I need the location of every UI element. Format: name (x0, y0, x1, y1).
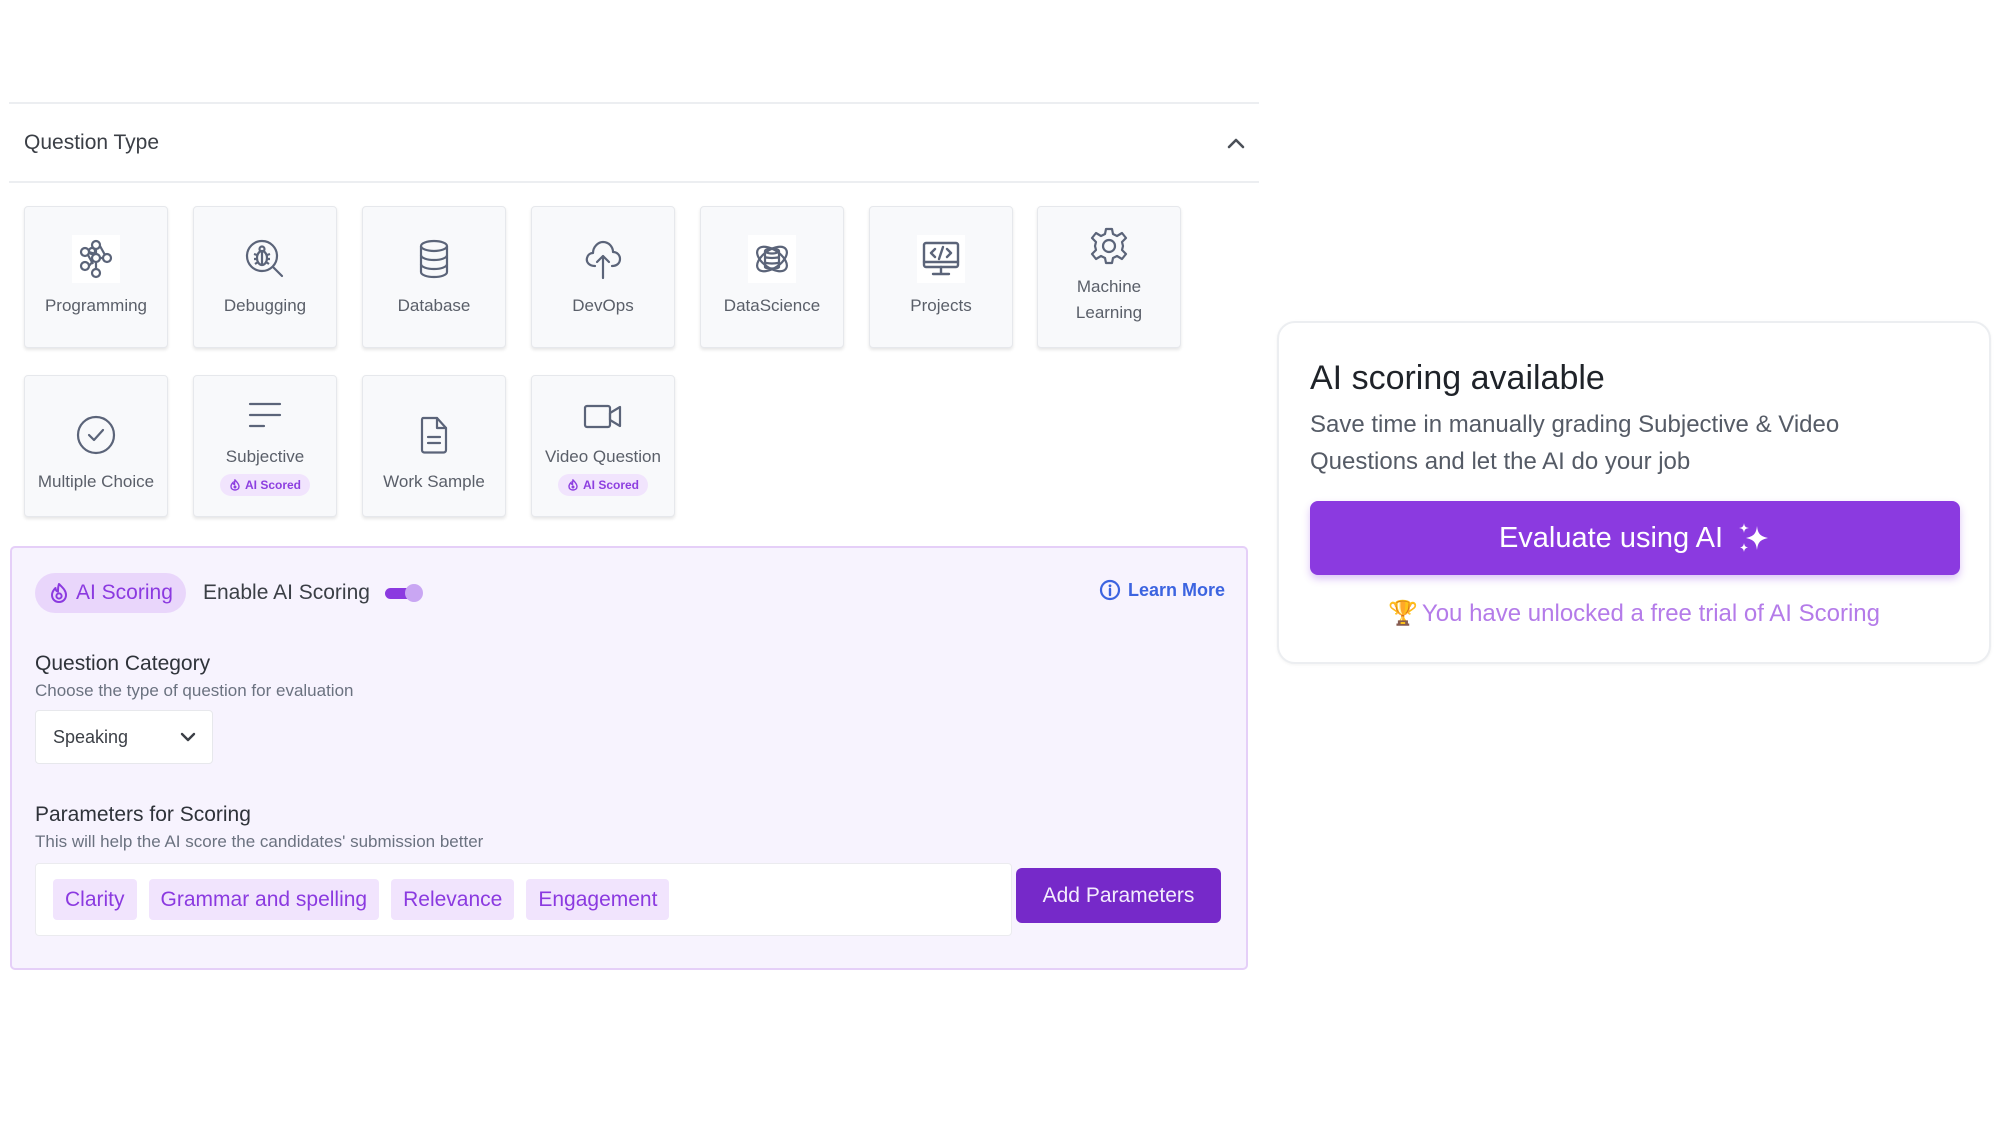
badge-label: AI Scored (582, 478, 639, 492)
gear-icon (1085, 222, 1133, 270)
learn-more-label: Learn More (1127, 579, 1225, 600)
parameter-tag[interactable]: Grammar and spelling (148, 879, 380, 920)
parameters-input[interactable]: Clarity Grammar and spelling Relevance E… (35, 863, 1012, 936)
ai-scoring-promo-card: AI scoring available Save time in manual… (1277, 321, 1991, 664)
enable-ai-scoring-toggle[interactable] (385, 584, 423, 602)
ai-scored-badge: AI Scored (557, 474, 648, 496)
sparkles-icon (1739, 523, 1769, 552)
ai-scored-badge: AI Scored (219, 474, 310, 496)
tile-work-sample[interactable]: Work Sample (362, 375, 506, 517)
flame-icon (230, 479, 240, 491)
document-icon (410, 411, 458, 459)
promo-body: Save time in manually grading Subjective… (1310, 411, 1840, 475)
tile-label: Debugging (223, 296, 307, 315)
tile-devops[interactable]: DevOps (531, 206, 675, 348)
code-monitor-icon (917, 235, 965, 283)
database-icon (410, 235, 458, 283)
tile-label: Programming (44, 296, 148, 315)
tile-programming[interactable]: Programming (24, 206, 168, 348)
tile-multiple-choice[interactable]: Multiple Choice (24, 375, 168, 517)
question-category-subtitle: Choose the type of question for evaluati… (35, 681, 354, 700)
chevron-down-icon (180, 732, 196, 742)
tile-label: Subjective (225, 447, 305, 466)
free-trial-message: 🏆 You have unlocked a free trial of AI Sc… (1279, 599, 1989, 628)
free-trial-text: You have unlocked a free trial of AI Sco… (1421, 600, 1880, 627)
enable-ai-scoring-label: Enable AI Scoring (203, 581, 370, 604)
tile-label: DevOps (572, 296, 634, 315)
tile-label: Database (397, 296, 471, 315)
flame-icon (568, 479, 578, 491)
text-lines-icon (241, 392, 289, 440)
question-category-value: Speaking (53, 726, 129, 747)
toggle-knob (405, 584, 423, 602)
ai-scoring-pill-label: AI Scoring (76, 581, 173, 604)
tile-datascience[interactable]: DataScience (700, 206, 844, 348)
learn-more-link[interactable]: Learn More (1099, 579, 1225, 601)
tile-machine-learning[interactable]: Machine Learning (1037, 206, 1181, 348)
parameter-tag[interactable]: Clarity (53, 879, 137, 920)
parameters-title: Parameters for Scoring (35, 803, 251, 826)
question-category-title: Question Category (35, 652, 211, 675)
question-type-title: Question Type (24, 130, 160, 154)
bug-search-icon (241, 235, 289, 283)
tile-projects[interactable]: Projects (869, 206, 1013, 348)
ai-scoring-panel: AI Scoring Enable AI Scoring Learn More … (10, 546, 1248, 970)
video-camera-icon (579, 392, 627, 440)
tile-database[interactable]: Database (362, 206, 506, 348)
evaluate-button-label: Evaluate using AI (1498, 521, 1724, 554)
info-icon (1099, 579, 1121, 601)
flame-icon (51, 583, 67, 603)
trophy-icon: 🏆 (1388, 600, 1418, 627)
add-parameters-button[interactable]: Add Parameters (1016, 868, 1221, 923)
question-category-select[interactable]: Speaking (35, 710, 213, 764)
tile-debugging[interactable]: Debugging (193, 206, 337, 348)
tile-label: Work Sample (383, 472, 485, 491)
tile-subjective[interactable]: Subjective AI Scored (193, 375, 337, 517)
data-science-icon (748, 235, 796, 283)
check-circle-icon (72, 411, 120, 459)
promo-title: AI scoring available (1310, 359, 1605, 397)
cloud-upload-icon (579, 235, 627, 283)
parameters-subtitle: This will help the AI score the candidat… (35, 832, 484, 851)
evaluate-using-ai-button[interactable]: Evaluate using AI (1310, 501, 1960, 575)
tile-video-question[interactable]: Video Question AI Scored (531, 375, 675, 517)
parameter-tag[interactable]: Engagement (526, 879, 670, 920)
tile-label: Video Question (545, 447, 661, 466)
ai-scoring-pill: AI Scoring (35, 573, 186, 613)
tile-label: Projects (910, 296, 972, 315)
tile-label: DataScience (723, 296, 821, 315)
tile-label: Machine Learning (1075, 277, 1143, 322)
tile-label: Multiple Choice (37, 472, 155, 491)
question-type-header[interactable]: Question Type (9, 102, 1259, 183)
parameter-tag[interactable]: Relevance (391, 879, 515, 920)
neural-network-icon (72, 235, 120, 283)
badge-label: AI Scored (244, 478, 301, 492)
chevron-up-icon[interactable] (1227, 137, 1245, 149)
